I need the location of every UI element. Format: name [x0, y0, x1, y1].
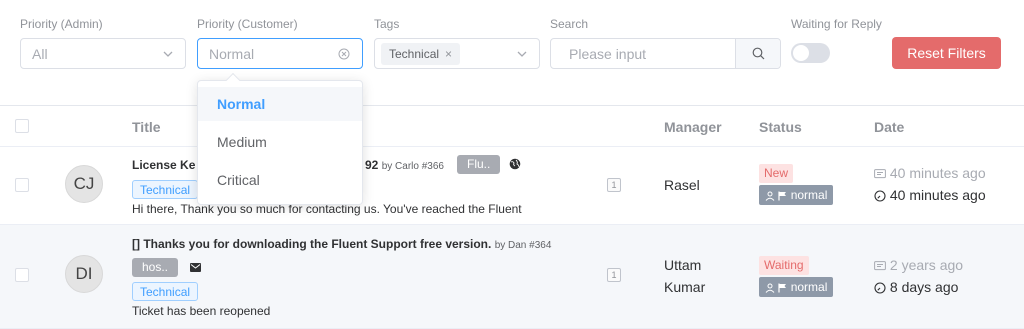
col-status[interactable]: Status — [759, 119, 802, 135]
table-row[interactable]: DI [] Thanks you for downloading the Flu… — [0, 225, 1024, 329]
date-created-text: 2 years ago — [889, 257, 964, 273]
option-normal[interactable]: Normal — [198, 87, 362, 121]
select-all-checkbox[interactable] — [15, 119, 29, 133]
reset-filters-button[interactable]: Reset Filters — [892, 37, 1001, 69]
user-icon — [765, 191, 775, 201]
table-header: Title Manager Status Date — [0, 106, 1024, 147]
ticket-author: by Carlo #366 — [381, 161, 444, 172]
search-label: Search — [550, 17, 589, 31]
date-created: 2 years ago — [874, 257, 963, 273]
flag-icon — [778, 283, 787, 293]
ticket-title-tail: 92 by Carlo #366 — [365, 158, 444, 172]
waiting-toggle[interactable] — [791, 43, 830, 63]
ticket-title-text: [] Thanks you for downloading the Fluent… — [132, 237, 492, 251]
clock-icon — [874, 190, 886, 202]
priority-admin-select[interactable]: All — [20, 38, 186, 69]
ticket-title[interactable]: License Ke — [132, 158, 195, 172]
flag-icon — [778, 191, 787, 201]
product-tag: Flu.. — [457, 155, 501, 174]
manager-line-1: Uttam — [664, 257, 702, 273]
table-row[interactable]: CJ License Ke 92 by Carlo #366 Flu.. Tec… — [0, 147, 1024, 225]
priority-admin-value: All — [32, 46, 48, 62]
avatar: DI — [65, 255, 103, 293]
priority-label: normal — [790, 280, 828, 294]
date-created: 40 minutes ago — [874, 165, 986, 181]
row-checkbox[interactable] — [15, 268, 29, 282]
date-created-text: 40 minutes ago — [889, 165, 986, 181]
ticket-title-tail-text: 92 — [365, 158, 379, 172]
waiting-label: Waiting for Reply — [791, 17, 882, 31]
ticket-tag: Technical — [132, 282, 199, 301]
option-critical[interactable]: Critical — [198, 163, 362, 197]
tags-label: Tags — [374, 17, 400, 31]
ticket-title-text: License Ke — [132, 158, 196, 172]
clock-icon — [874, 282, 886, 294]
ticket-author: by Dan #364 — [494, 240, 552, 251]
toggle-knob — [793, 45, 809, 61]
tags-select[interactable]: Technical × — [374, 38, 540, 69]
tag-chip-technical: Technical × — [381, 43, 461, 65]
date-updated-text: 8 days ago — [889, 279, 959, 295]
row-checkbox[interactable] — [15, 178, 29, 192]
col-manager[interactable]: Manager — [664, 119, 722, 135]
response-count: 1 — [607, 268, 621, 282]
col-date[interactable]: Date — [874, 119, 904, 135]
manager-name: Uttam Kumar — [664, 254, 705, 298]
date-updated-text: 40 minutes ago — [889, 187, 986, 203]
search-placeholder: Please input — [569, 46, 647, 62]
priority-badge: normal — [759, 277, 834, 297]
status-badge: New — [759, 164, 794, 183]
message-icon — [874, 168, 886, 178]
priority-label: normal — [790, 188, 828, 202]
filter-bar: Priority (Admin) All Priority (Customer)… — [0, 0, 1024, 106]
status-badge: Waiting — [759, 256, 809, 275]
col-title[interactable]: Title — [132, 119, 161, 135]
chevron-down-icon — [517, 51, 527, 57]
option-medium[interactable]: Medium — [198, 125, 362, 159]
ticket-title[interactable]: [] Thanks you for downloading the Fluent… — [132, 237, 551, 251]
manager-line-1: Rasel — [664, 177, 700, 193]
priority-customer-placeholder: Normal — [209, 46, 255, 62]
tag-chip-label: Technical — [389, 47, 440, 61]
chevron-down-icon — [163, 51, 173, 57]
avatar: CJ — [65, 165, 103, 203]
response-count: 1 — [607, 178, 621, 192]
priority-customer-select[interactable]: Normal — [197, 38, 363, 69]
manager-line-2: Kumar — [664, 279, 706, 295]
priority-admin-label: Priority (Admin) — [20, 17, 103, 31]
email-icon — [190, 263, 201, 272]
priority-customer-dropdown: Normal Medium Critical — [197, 72, 363, 205]
search-icon — [752, 47, 765, 60]
date-updated: 40 minutes ago — [874, 187, 986, 203]
ticket-excerpt: Ticket has been reopened — [132, 304, 271, 318]
search-button[interactable] — [735, 39, 780, 68]
clear-circle-icon[interactable] — [338, 48, 350, 60]
ticket-tag: Technical — [132, 180, 199, 199]
priority-badge: normal — [759, 185, 834, 205]
priority-customer-label: Priority (Customer) — [197, 17, 298, 31]
user-icon — [765, 283, 775, 293]
manager-name: Rasel — [664, 174, 700, 196]
product-tag: hos.. — [132, 258, 179, 277]
date-updated: 8 days ago — [874, 279, 958, 295]
search-input[interactable]: Please input — [550, 38, 781, 69]
message-icon — [874, 260, 886, 270]
globe-icon — [509, 158, 521, 170]
close-icon[interactable]: × — [445, 47, 452, 61]
